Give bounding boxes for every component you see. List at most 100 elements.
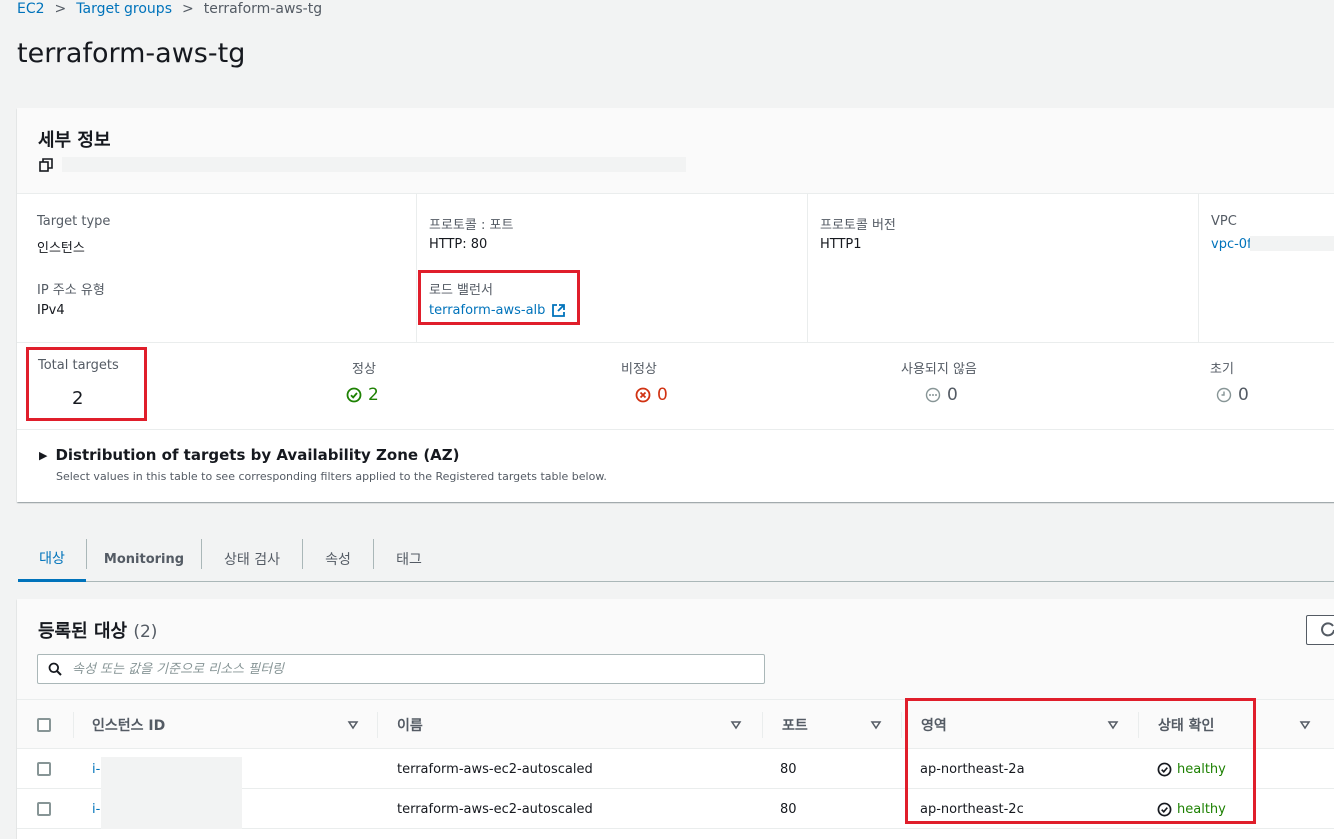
protocol-version-label: 프로토콜 버전: [820, 218, 896, 233]
column-divider: [762, 712, 763, 738]
page-title: terraform-aws-tg: [17, 38, 246, 69]
column-header-zone[interactable]: 영역: [921, 700, 947, 750]
sort-caret-down-icon[interactable]: [730, 719, 742, 731]
sort-caret-down-icon[interactable]: [870, 719, 882, 731]
column-header-instance-id[interactable]: 인스턴스 ID: [92, 700, 165, 750]
column-header-name[interactable]: 이름: [397, 700, 423, 750]
healthy-count[interactable]: 2: [346, 385, 379, 405]
ip-type-label: IP 주소 유형: [37, 283, 105, 298]
tab-tags[interactable]: 태그: [374, 536, 444, 582]
registered-targets-panel: 등록된 대상 (2) 인스턴스 ID 이름 포트 영역: [17, 599, 1334, 839]
breadcrumb-current: terraform-aws-tg: [203, 1, 323, 17]
sort-caret-down-icon[interactable]: [1107, 719, 1119, 731]
details-panel: 세부 정보 Target type 인스턴스 IP 주소 유형 IPv4 프로토…: [17, 108, 1334, 502]
total-targets-value: 2: [72, 388, 84, 409]
targets-header: 등록된 대상 (2): [17, 599, 1334, 699]
initial-label: 초기: [1210, 362, 1234, 377]
tab-attributes[interactable]: 속성: [303, 536, 373, 582]
chevron-right-icon: >: [181, 1, 194, 17]
unused-count[interactable]: 0: [925, 385, 958, 405]
external-link-icon: [552, 304, 566, 317]
details-column-2: 프로토콜 : 포트 HTTP: 80 로드 밸런서 terraform-aws-…: [416, 194, 807, 342]
table-row[interactable]: i- terraform-aws-ec2-autoscaled 80 ap-no…: [17, 749, 1334, 789]
instance-id-redacted: [101, 789, 242, 829]
column-label: 인스턴스 ID: [92, 718, 166, 734]
initial-count[interactable]: 0: [1216, 385, 1249, 405]
divider: [17, 429, 1334, 430]
unhealthy-value: 0: [657, 385, 668, 405]
vpc-link[interactable]: vpc-0f: [1211, 237, 1252, 252]
instance-id-cell: i-: [92, 789, 100, 829]
column-divider: [901, 712, 902, 738]
row-checkbox[interactable]: [37, 802, 51, 816]
healthy-label: 정상: [352, 362, 376, 377]
details-column-1: Target type 인스턴스 IP 주소 유형 IPv4: [17, 194, 416, 342]
distribution-description: Select values in this table to see corre…: [56, 470, 607, 483]
zone-cell: ap-northeast-2c: [920, 801, 1024, 817]
column-divider: [377, 712, 378, 738]
health-status: healthy: [1177, 801, 1226, 817]
arn-redacted: [62, 157, 686, 172]
row-select-cell: [37, 749, 51, 789]
target-type-label: Target type: [37, 214, 111, 229]
vpc-label: VPC: [1211, 214, 1237, 229]
details-title: 세부 정보: [38, 130, 111, 151]
details-header: 세부 정보: [17, 108, 1334, 194]
search-icon: [48, 662, 62, 676]
port-cell: 80: [780, 761, 797, 777]
column-label: 포트: [782, 718, 808, 734]
column-label: 영역: [921, 718, 947, 734]
breadcrumb-ec2[interactable]: EC2: [17, 1, 45, 17]
unused-value: 0: [947, 385, 958, 405]
vpc-id-redacted: [1250, 236, 1334, 251]
name-cell: terraform-aws-ec2-autoscaled: [397, 761, 593, 777]
instance-id-link[interactable]: i-: [92, 762, 100, 777]
ip-type-value: IPv4: [37, 303, 65, 318]
search-input[interactable]: [70, 660, 750, 678]
tab-health-check[interactable]: 상태 검사: [202, 536, 302, 582]
instance-id-cell: i-: [92, 749, 100, 789]
load-balancer-link-text: terraform-aws-alb: [429, 303, 546, 318]
instance-id-link[interactable]: i-: [92, 802, 100, 817]
targets-title-text: 등록된 대상: [38, 621, 128, 642]
column-label: 상태 확인: [1158, 718, 1215, 734]
targets-count: (2): [133, 622, 158, 642]
port-cell: 80: [780, 801, 797, 817]
distribution-toggle[interactable]: ▶ Distribution of targets by Availabilit…: [39, 446, 460, 464]
tab-monitoring[interactable]: Monitoring: [87, 536, 201, 582]
zone-cell: ap-northeast-2a: [920, 761, 1025, 777]
health-status: healthy: [1177, 761, 1226, 777]
table-row[interactable]: i- terraform-aws-ec2-autoscaled 80 ap-no…: [17, 789, 1334, 829]
select-all-checkbox[interactable]: [37, 718, 51, 732]
unhealthy-label: 비정상: [621, 362, 657, 377]
details-column-4: VPC vpc-0f: [1198, 194, 1334, 342]
sort-caret-down-icon[interactable]: [1299, 719, 1311, 731]
unused-label: 사용되지 않음: [901, 362, 977, 377]
search-box[interactable]: [37, 654, 765, 684]
protocol-port-value: HTTP: 80: [429, 237, 488, 252]
column-divider: [1138, 712, 1139, 738]
check-circle-icon: [1157, 762, 1172, 776]
refresh-button[interactable]: [1306, 615, 1334, 645]
column-label: 이름: [397, 718, 423, 734]
target-type-value: 인스턴스: [37, 241, 85, 256]
initial-value: 0: [1238, 385, 1249, 405]
check-circle-icon: [1157, 802, 1172, 816]
row-checkbox[interactable]: [37, 762, 51, 776]
load-balancer-link[interactable]: terraform-aws-alb: [429, 303, 566, 318]
column-header-health[interactable]: 상태 확인: [1158, 700, 1214, 750]
clock-icon: [1216, 387, 1232, 403]
check-circle-icon: [346, 387, 362, 403]
refresh-icon: [1321, 622, 1334, 637]
details-column-3: 프로토콜 버전 HTTP1: [807, 194, 1198, 342]
chevron-right-icon: >: [54, 1, 67, 17]
column-header-port[interactable]: 포트: [782, 700, 808, 750]
breadcrumb-target-groups[interactable]: Target groups: [76, 1, 172, 17]
health-cell: healthy: [1157, 789, 1226, 829]
table-header: 인스턴스 ID 이름 포트 영역 상태 확인: [17, 699, 1334, 749]
sort-caret-down-icon[interactable]: [347, 719, 359, 731]
divider: [17, 342, 1334, 343]
tab-targets[interactable]: 대상: [18, 536, 86, 582]
unhealthy-count[interactable]: 0: [635, 385, 668, 405]
copy-icon[interactable]: [39, 158, 53, 172]
